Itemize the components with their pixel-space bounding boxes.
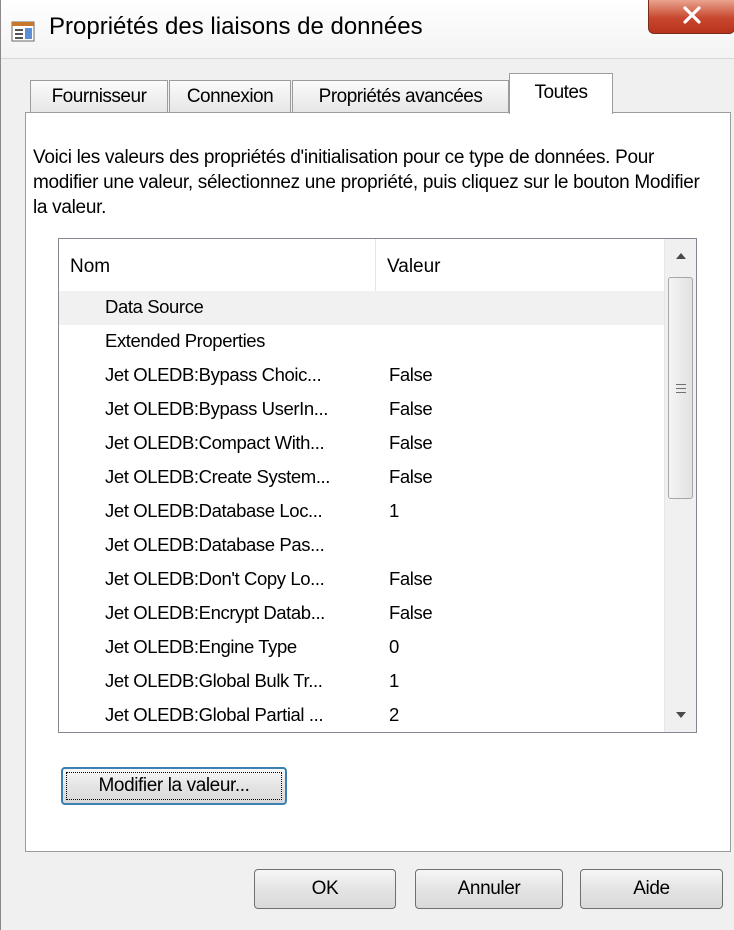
property-name: Jet OLEDB:Global Bulk Tr... <box>105 670 323 691</box>
tab-toutes[interactable]: Toutes <box>509 73 613 114</box>
list-item[interactable]: Jet OLEDB:Database Loc... 1 <box>59 495 664 529</box>
list-item[interactable]: Jet OLEDB:Bypass Choic... False <box>59 359 664 393</box>
property-name: Jet OLEDB:Compact With... <box>105 432 325 453</box>
tab-proprietes-avancees[interactable]: Propriétés avancées <box>292 80 509 112</box>
list-item[interactable]: Data Source <box>59 291 664 325</box>
focus-rectangle <box>66 772 282 800</box>
list-item[interactable]: Jet OLEDB:Encrypt Datab... False <box>59 597 664 631</box>
properties-list[interactable]: Nom Valeur Data Source Extended Properti… <box>58 238 697 733</box>
scroll-thumb[interactable] <box>668 277 693 499</box>
property-name: Jet OLEDB:Encrypt Datab... <box>105 602 325 623</box>
property-value: 2 <box>389 704 399 725</box>
property-value: 0 <box>389 636 399 657</box>
property-name: Jet OLEDB:Engine Type <box>105 636 297 657</box>
list-item[interactable]: Jet OLEDB:Compact With... False <box>59 427 664 461</box>
property-name: Extended Properties <box>105 330 266 351</box>
properties-window-icon <box>11 20 35 42</box>
list-item[interactable]: Jet OLEDB:Global Bulk Tr... 1 <box>59 665 664 699</box>
modify-value-button[interactable]: Modifier la valeur... <box>61 767 287 805</box>
property-name: Jet OLEDB:Don't Copy Lo... <box>105 568 325 589</box>
list-rows: Data Source Extended Properties Jet OLED… <box>59 291 664 732</box>
property-value: False <box>389 602 433 623</box>
list-item[interactable]: Jet OLEDB:Engine Type 0 <box>59 631 664 665</box>
scroll-up-button[interactable] <box>665 239 696 273</box>
property-value: 1 <box>389 500 399 521</box>
list-item[interactable]: Jet OLEDB:Bypass UserIn... False <box>59 393 664 427</box>
property-name: Jet OLEDB:Database Pas... <box>105 534 325 555</box>
property-value: False <box>389 364 433 385</box>
property-value: 1 <box>389 670 399 691</box>
property-value: False <box>389 398 433 419</box>
property-name: Jet OLEDB:Bypass Choic... <box>105 364 322 385</box>
property-value: False <box>389 466 433 487</box>
vertical-scrollbar[interactable] <box>664 239 696 732</box>
grip-icon <box>676 384 686 393</box>
list-header: Nom Valeur <box>59 239 664 291</box>
property-name: Jet OLEDB:Global Partial ... <box>105 704 324 725</box>
property-value: False <box>389 568 433 589</box>
list-item[interactable]: Extended Properties <box>59 325 664 359</box>
tab-fournisseur[interactable]: Fournisseur <box>30 80 168 112</box>
window-title: Propriétés des liaisons de données <box>49 13 423 40</box>
list-item[interactable]: Jet OLEDB:Database Pas... <box>59 529 664 563</box>
dialog-window: Propriétés des liaisons de données Fourn… <box>0 0 734 930</box>
help-button[interactable]: Aide <box>580 869 723 909</box>
list-item[interactable]: Jet OLEDB:Don't Copy Lo... False <box>59 563 664 597</box>
ok-button[interactable]: OK <box>254 869 396 909</box>
column-header-value[interactable]: Valeur <box>387 256 441 278</box>
property-name: Jet OLEDB:Database Loc... <box>105 500 323 521</box>
column-separator[interactable] <box>375 239 376 291</box>
title-bar[interactable]: Propriétés des liaisons de données <box>1 0 734 59</box>
property-name: Jet OLEDB:Create System... <box>105 466 331 487</box>
cancel-button[interactable]: Annuler <box>415 869 563 909</box>
column-header-name[interactable]: Nom <box>70 256 110 278</box>
list-item[interactable]: Jet OLEDB:Global Partial ... 2 <box>59 699 664 732</box>
property-name: Jet OLEDB:Bypass UserIn... <box>105 398 328 419</box>
property-name: Data Source <box>105 296 204 317</box>
list-item[interactable]: Jet OLEDB:Create System... False <box>59 461 664 495</box>
tab-connexion[interactable]: Connexion <box>169 80 291 112</box>
scroll-down-button[interactable] <box>665 698 696 732</box>
property-value: False <box>389 432 433 453</box>
close-button[interactable] <box>648 0 734 34</box>
description-text: Voici les valeurs des propriétés d'initi… <box>33 147 700 218</box>
